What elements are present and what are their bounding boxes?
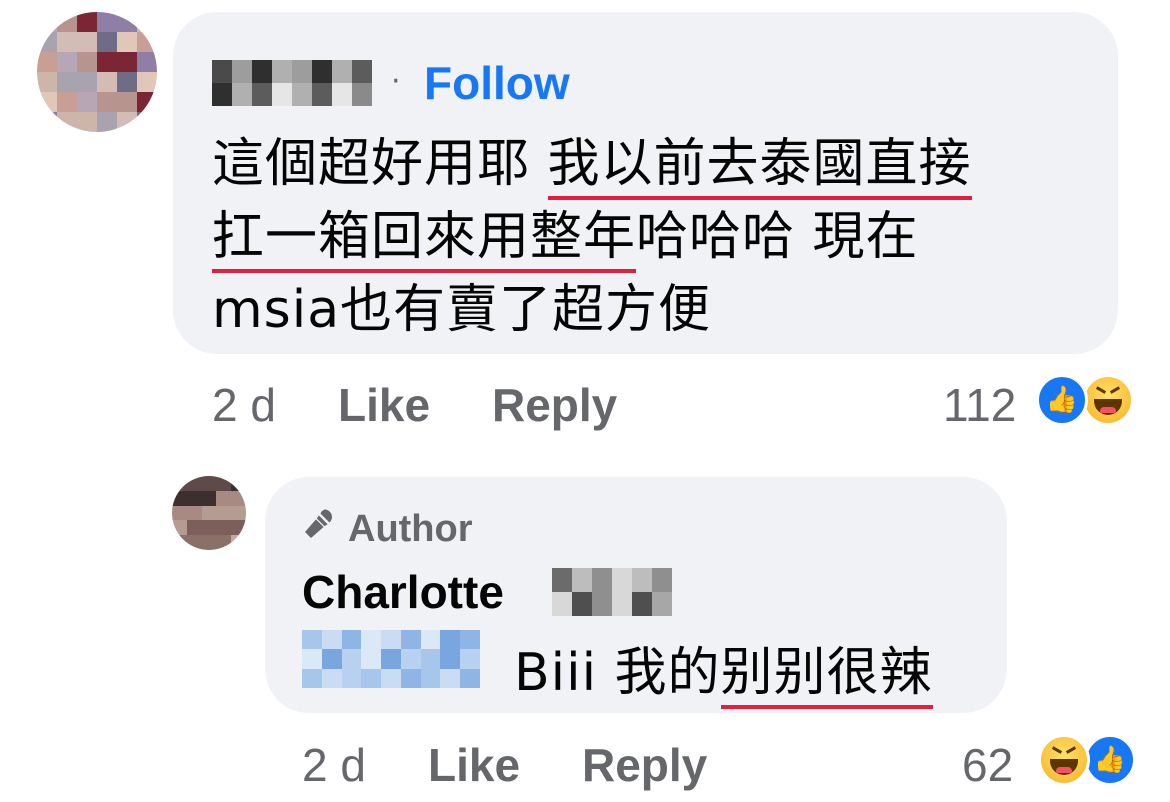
commenter-avatar[interactable] (37, 12, 157, 132)
reply-timestamp[interactable]: 2 d (302, 738, 366, 792)
reply-reply-button[interactable]: Reply (582, 738, 707, 792)
comment-line-3: msia也有賣了超方便 (212, 280, 712, 340)
underlined-text: 我以前去泰國直接 (547, 134, 972, 200)
reply-reaction-count[interactable]: 62 (962, 738, 1013, 792)
author-surname-blurred (552, 568, 672, 616)
separator-dot: · (391, 64, 401, 99)
comment-line-1: 這個超好用耶 我以前去泰國直接 (212, 128, 972, 201)
author-avatar[interactable] (172, 476, 246, 550)
follow-button[interactable]: Follow (424, 56, 570, 110)
comment-line-2: 扛一箱回來用整年哈哈哈 現在 (212, 201, 919, 274)
comment-timestamp[interactable]: 2 d (212, 378, 276, 432)
reply-text: Biii 我的别别很辣 (514, 630, 933, 709)
haha-icon (1082, 374, 1134, 426)
reaction-icons[interactable]: 👍 (1036, 374, 1136, 426)
reply-like-button[interactable]: Like (428, 738, 520, 792)
underlined-text: 别别很辣 (720, 643, 933, 709)
like-icon: 👍 (1084, 734, 1136, 786)
reply-button[interactable]: Reply (492, 378, 617, 432)
author-badge: Author (302, 505, 473, 551)
reply-reaction-icons[interactable]: 👍 (1038, 734, 1138, 786)
commenter-name-blurred[interactable] (212, 60, 372, 106)
like-icon: 👍 (1036, 374, 1088, 426)
haha-icon (1038, 734, 1090, 786)
tagged-name-blurred[interactable] (302, 630, 480, 688)
reaction-count[interactable]: 112 (943, 378, 1016, 432)
microphone-icon (302, 505, 338, 550)
like-button[interactable]: Like (338, 378, 430, 432)
underlined-text: 扛一箱回來用整年 (212, 207, 637, 273)
author-name[interactable]: Charlotte (302, 565, 504, 619)
